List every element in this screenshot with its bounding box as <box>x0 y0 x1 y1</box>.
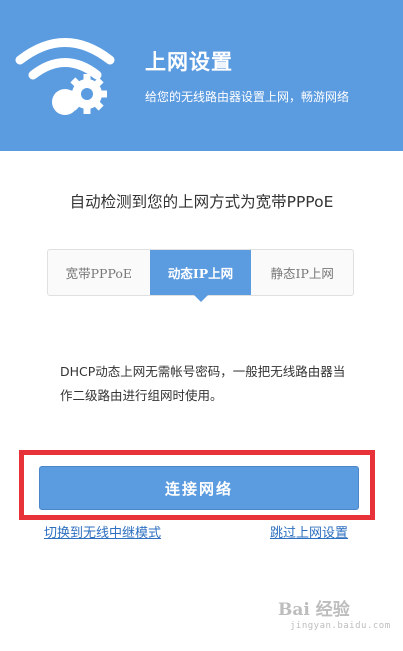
page-subtitle: 给您的无线路由器设置上网，畅游网络 <box>145 90 350 104</box>
header-banner: 上网设置 给您的无线路由器设置上网，畅游网络 <box>0 0 403 151</box>
watermark-brand: Bai 经验 <box>278 600 350 620</box>
repeater-mode-link[interactable]: 切换到无线中继模式 <box>44 522 161 541</box>
watermark-url: jingyan.baidu.com <box>290 621 391 631</box>
wifi-settings-icon <box>15 38 115 115</box>
detect-result-text: 自动检测到您的上网方式为宽带PPPoE <box>69 193 334 211</box>
tab-dynamic-ip[interactable]: 动态IP上网 <box>149 250 252 302</box>
connection-type-tabs: 宽带PPPoE 动态IP上网 静态IP上网 <box>47 249 354 302</box>
skip-setup-link[interactable]: 跳过上网设置 <box>270 522 348 541</box>
page-title: 上网设置 <box>145 50 233 74</box>
tab-static-ip[interactable]: 静态IP上网 <box>251 250 353 295</box>
tab-pppoe[interactable]: 宽带PPPoE <box>48 250 150 295</box>
baidu-watermark: Bai 经验 jingyan.baidu.com <box>278 595 393 635</box>
connect-button[interactable]: 连接网络 <box>39 466 359 510</box>
mode-description: DHCP动态上网无需帐号密码，一般把无线路由器当作二级路由进行组网时使用。 <box>60 364 346 403</box>
